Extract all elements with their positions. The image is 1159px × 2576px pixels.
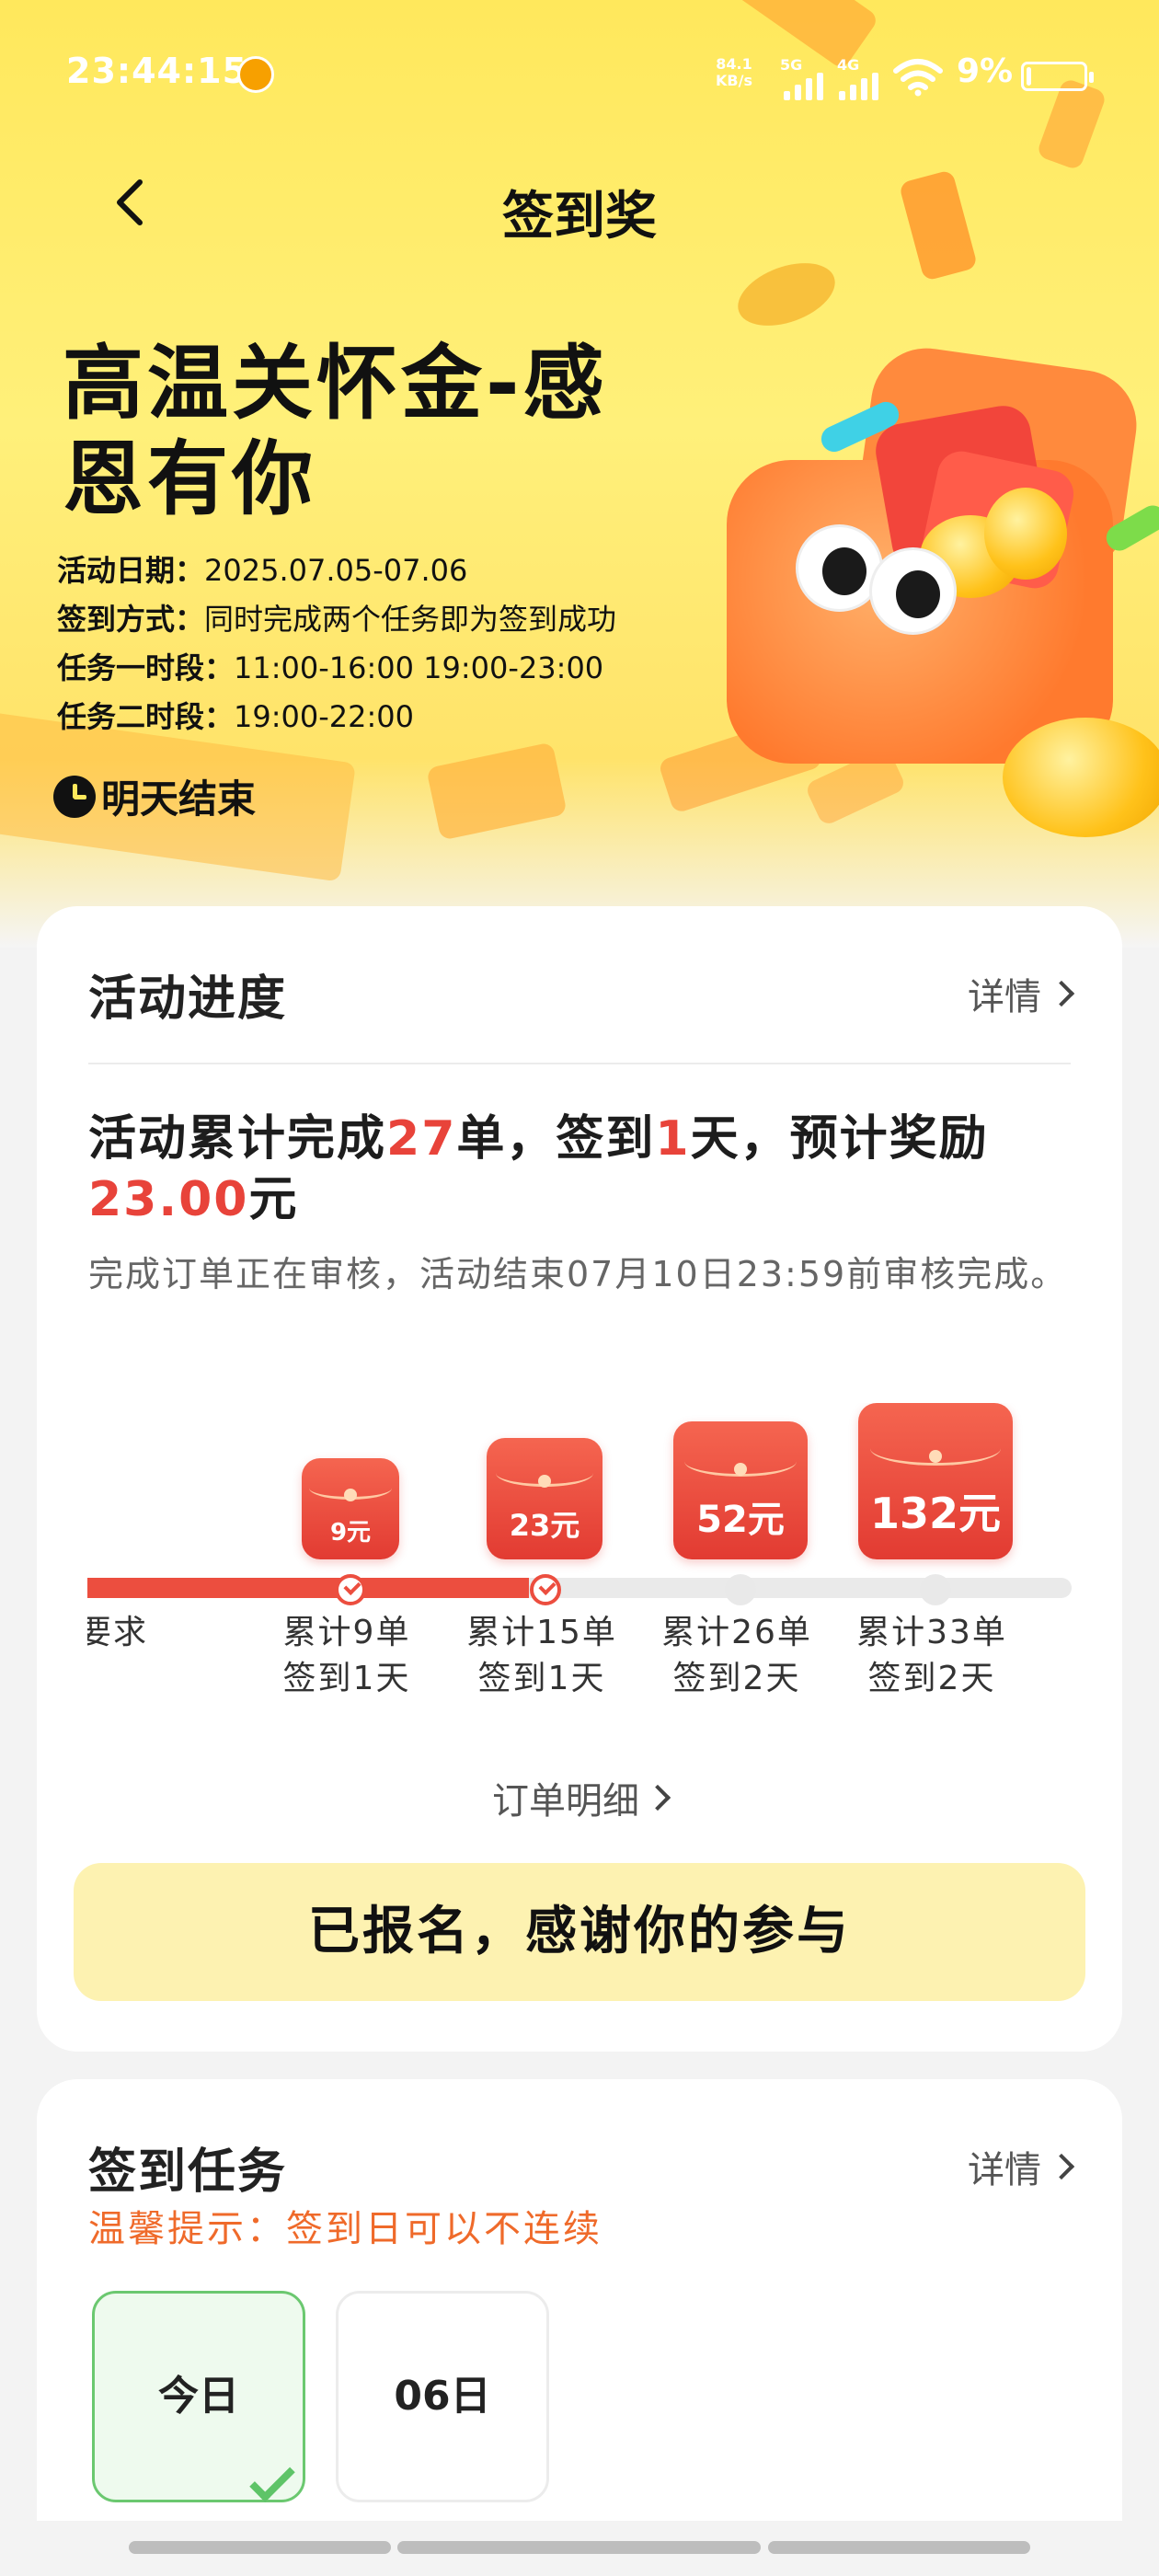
milestone-line1: 累计15单	[466, 1614, 617, 1651]
progress-card-title: 活动进度	[88, 972, 288, 1027]
milestone-label: 累计33单签到2天	[831, 1610, 1033, 1702]
info-label: 签到方式：	[57, 602, 205, 637]
packet-amount: 52元	[696, 1499, 785, 1541]
chevron-right-icon	[1048, 2153, 1075, 2180]
info-row-task2: 任务二时段：19:00-22:00	[57, 694, 414, 736]
day-tab-06[interactable]: 06日	[336, 2291, 549, 2502]
ends-countdown: 明天结束	[53, 768, 256, 824]
milestone-line2: 签到2天	[867, 1660, 996, 1697]
checkin-detail-link[interactable]: 详情	[968, 2140, 1075, 2193]
progress-detail-link[interactable]: 详情	[968, 967, 1075, 1020]
packet-amount: 132元	[869, 1488, 1002, 1538]
milestone-line2: 签到1天	[282, 1660, 411, 1697]
signal-5g-icon	[784, 67, 823, 100]
battery-icon	[1021, 62, 1094, 91]
day-label: 06日	[394, 2373, 491, 2420]
system-nav-bar	[0, 2521, 1159, 2576]
speed-unit: KB/s	[716, 72, 752, 89]
info-value: 2025.07.05-07.06	[204, 553, 468, 588]
milestone-node-done	[335, 1574, 366, 1605]
day-tab-today[interactable]: 今日	[92, 2291, 305, 2502]
chevron-right-icon	[644, 1784, 671, 1811]
milestone-line1: 累计33单	[856, 1614, 1007, 1651]
order-details-link[interactable]: 订单明细	[37, 1771, 1122, 1824]
chevron-right-icon	[1048, 980, 1075, 1007]
summary-text: 活动累计完成	[88, 1111, 387, 1167]
info-row-task1: 任务一时段：11:00-16:00 19:00-23:00	[57, 645, 603, 687]
order-details-label: 订单明细	[492, 1780, 639, 1823]
battery-percent: 9%	[957, 52, 1014, 90]
battery-level	[1027, 67, 1031, 86]
checkin-card-title: 签到任务	[88, 2145, 288, 2200]
summary-text: 元	[248, 1172, 299, 1227]
signal-4g-icon	[839, 67, 878, 100]
info-value: 19:00-22:00	[234, 699, 414, 734]
info-value: 同时完成两个任务即为签到成功	[204, 602, 617, 637]
milestone-node-done	[530, 1574, 561, 1605]
red-envelope-decoration	[426, 742, 568, 841]
reward-packet: 23元	[487, 1438, 602, 1559]
milestone-line1: 累计26单	[661, 1614, 812, 1651]
milestone-line2: 签到1天	[477, 1660, 606, 1697]
status-time: 23:44:15	[66, 51, 248, 91]
milestone-node	[725, 1574, 756, 1605]
checkin-days: 1	[655, 1111, 691, 1167]
registered-button[interactable]: 已报名，感谢你的参与	[74, 1863, 1085, 2001]
milestone-label: 累计26单签到2天	[636, 1610, 838, 1702]
reward-packet: 9元	[302, 1458, 399, 1559]
speed-value: 84.1	[716, 55, 752, 73]
orders-count: 27	[386, 1111, 457, 1167]
nav-gesture-segment[interactable]	[397, 2541, 761, 2554]
info-value: 11:00-16:00 19:00-23:00	[234, 650, 604, 685]
reward-packet: 52元	[673, 1421, 808, 1559]
progress-card: 活动进度 详情 活动累计完成27单，签到1天，预计奖励 23.00元 完成订单正在…	[37, 906, 1122, 2052]
divider	[88, 1063, 1071, 1064]
coin-decoration	[1003, 718, 1159, 837]
reward-amount: 23.00	[88, 1172, 249, 1227]
info-label: 活动日期：	[57, 553, 205, 588]
app-notification-icon	[237, 56, 274, 93]
clock-icon	[53, 775, 96, 818]
checkin-task-card: 签到任务 详情 温馨提示：签到日可以不连续 今日 06日	[37, 2079, 1122, 2576]
milestone-line2: 签到2天	[672, 1660, 801, 1697]
status-bar: 23:44:15 84.1 KB/s 5G 4G 9%	[0, 51, 1159, 106]
milestone-line1: 要求	[87, 1614, 149, 1651]
network-speed: 84.1 KB/s	[716, 56, 752, 89]
back-arrow-icon[interactable]	[101, 175, 156, 230]
milestone-label: 要求	[87, 1610, 189, 1656]
nav-gesture-segment[interactable]	[129, 2541, 391, 2554]
nav-gesture-segment[interactable]	[768, 2541, 1030, 2554]
campaign-title: 高温关怀金-感恩有你	[63, 336, 608, 526]
milestone-node	[920, 1574, 951, 1605]
checkmark-icon	[249, 2456, 295, 2502]
progress-fill	[87, 1578, 529, 1598]
reward-packet: 132元	[858, 1403, 1013, 1559]
info-label: 任务二时段：	[57, 699, 235, 734]
milestone-line1: 累计9单	[282, 1614, 411, 1651]
summary-text: 天，预计奖励	[690, 1111, 989, 1167]
info-row-date: 活动日期：2025.07.05-07.06	[57, 547, 467, 590]
page-title: 签到奖	[502, 187, 657, 247]
packet-amount: 9元	[329, 1518, 372, 1547]
detail-label: 详情	[968, 2149, 1041, 2191]
info-label: 任务一时段：	[57, 650, 235, 685]
detail-label: 详情	[968, 976, 1041, 1018]
info-row-method: 签到方式：同时完成两个任务即为签到成功	[57, 596, 616, 638]
mascot-eye	[869, 547, 957, 635]
mascot-gift-box-illustration	[708, 304, 1159, 837]
warm-tip: 温馨提示：签到日可以不连续	[88, 2208, 602, 2250]
milestone-label: 累计15单签到1天	[441, 1610, 643, 1702]
day-label: 今日	[158, 2373, 239, 2420]
ends-label: 明天结束	[101, 776, 257, 822]
milestone-progress: 要求 9元 累计9单签到1天 23元 累计15单签到1天 52元 累计26单签到…	[87, 1403, 1072, 1716]
milestone-label: 累计9单签到1天	[246, 1610, 448, 1702]
progress-summary: 活动累计完成27单，签到1天，预计奖励 23.00元	[88, 1109, 1082, 1230]
wifi-icon	[893, 59, 943, 97]
review-note: 完成订单正在审核，活动结束07月10日23:59前审核完成。	[88, 1254, 1068, 1294]
summary-text: 单，签到	[456, 1111, 656, 1167]
packet-amount: 23元	[509, 1508, 580, 1544]
